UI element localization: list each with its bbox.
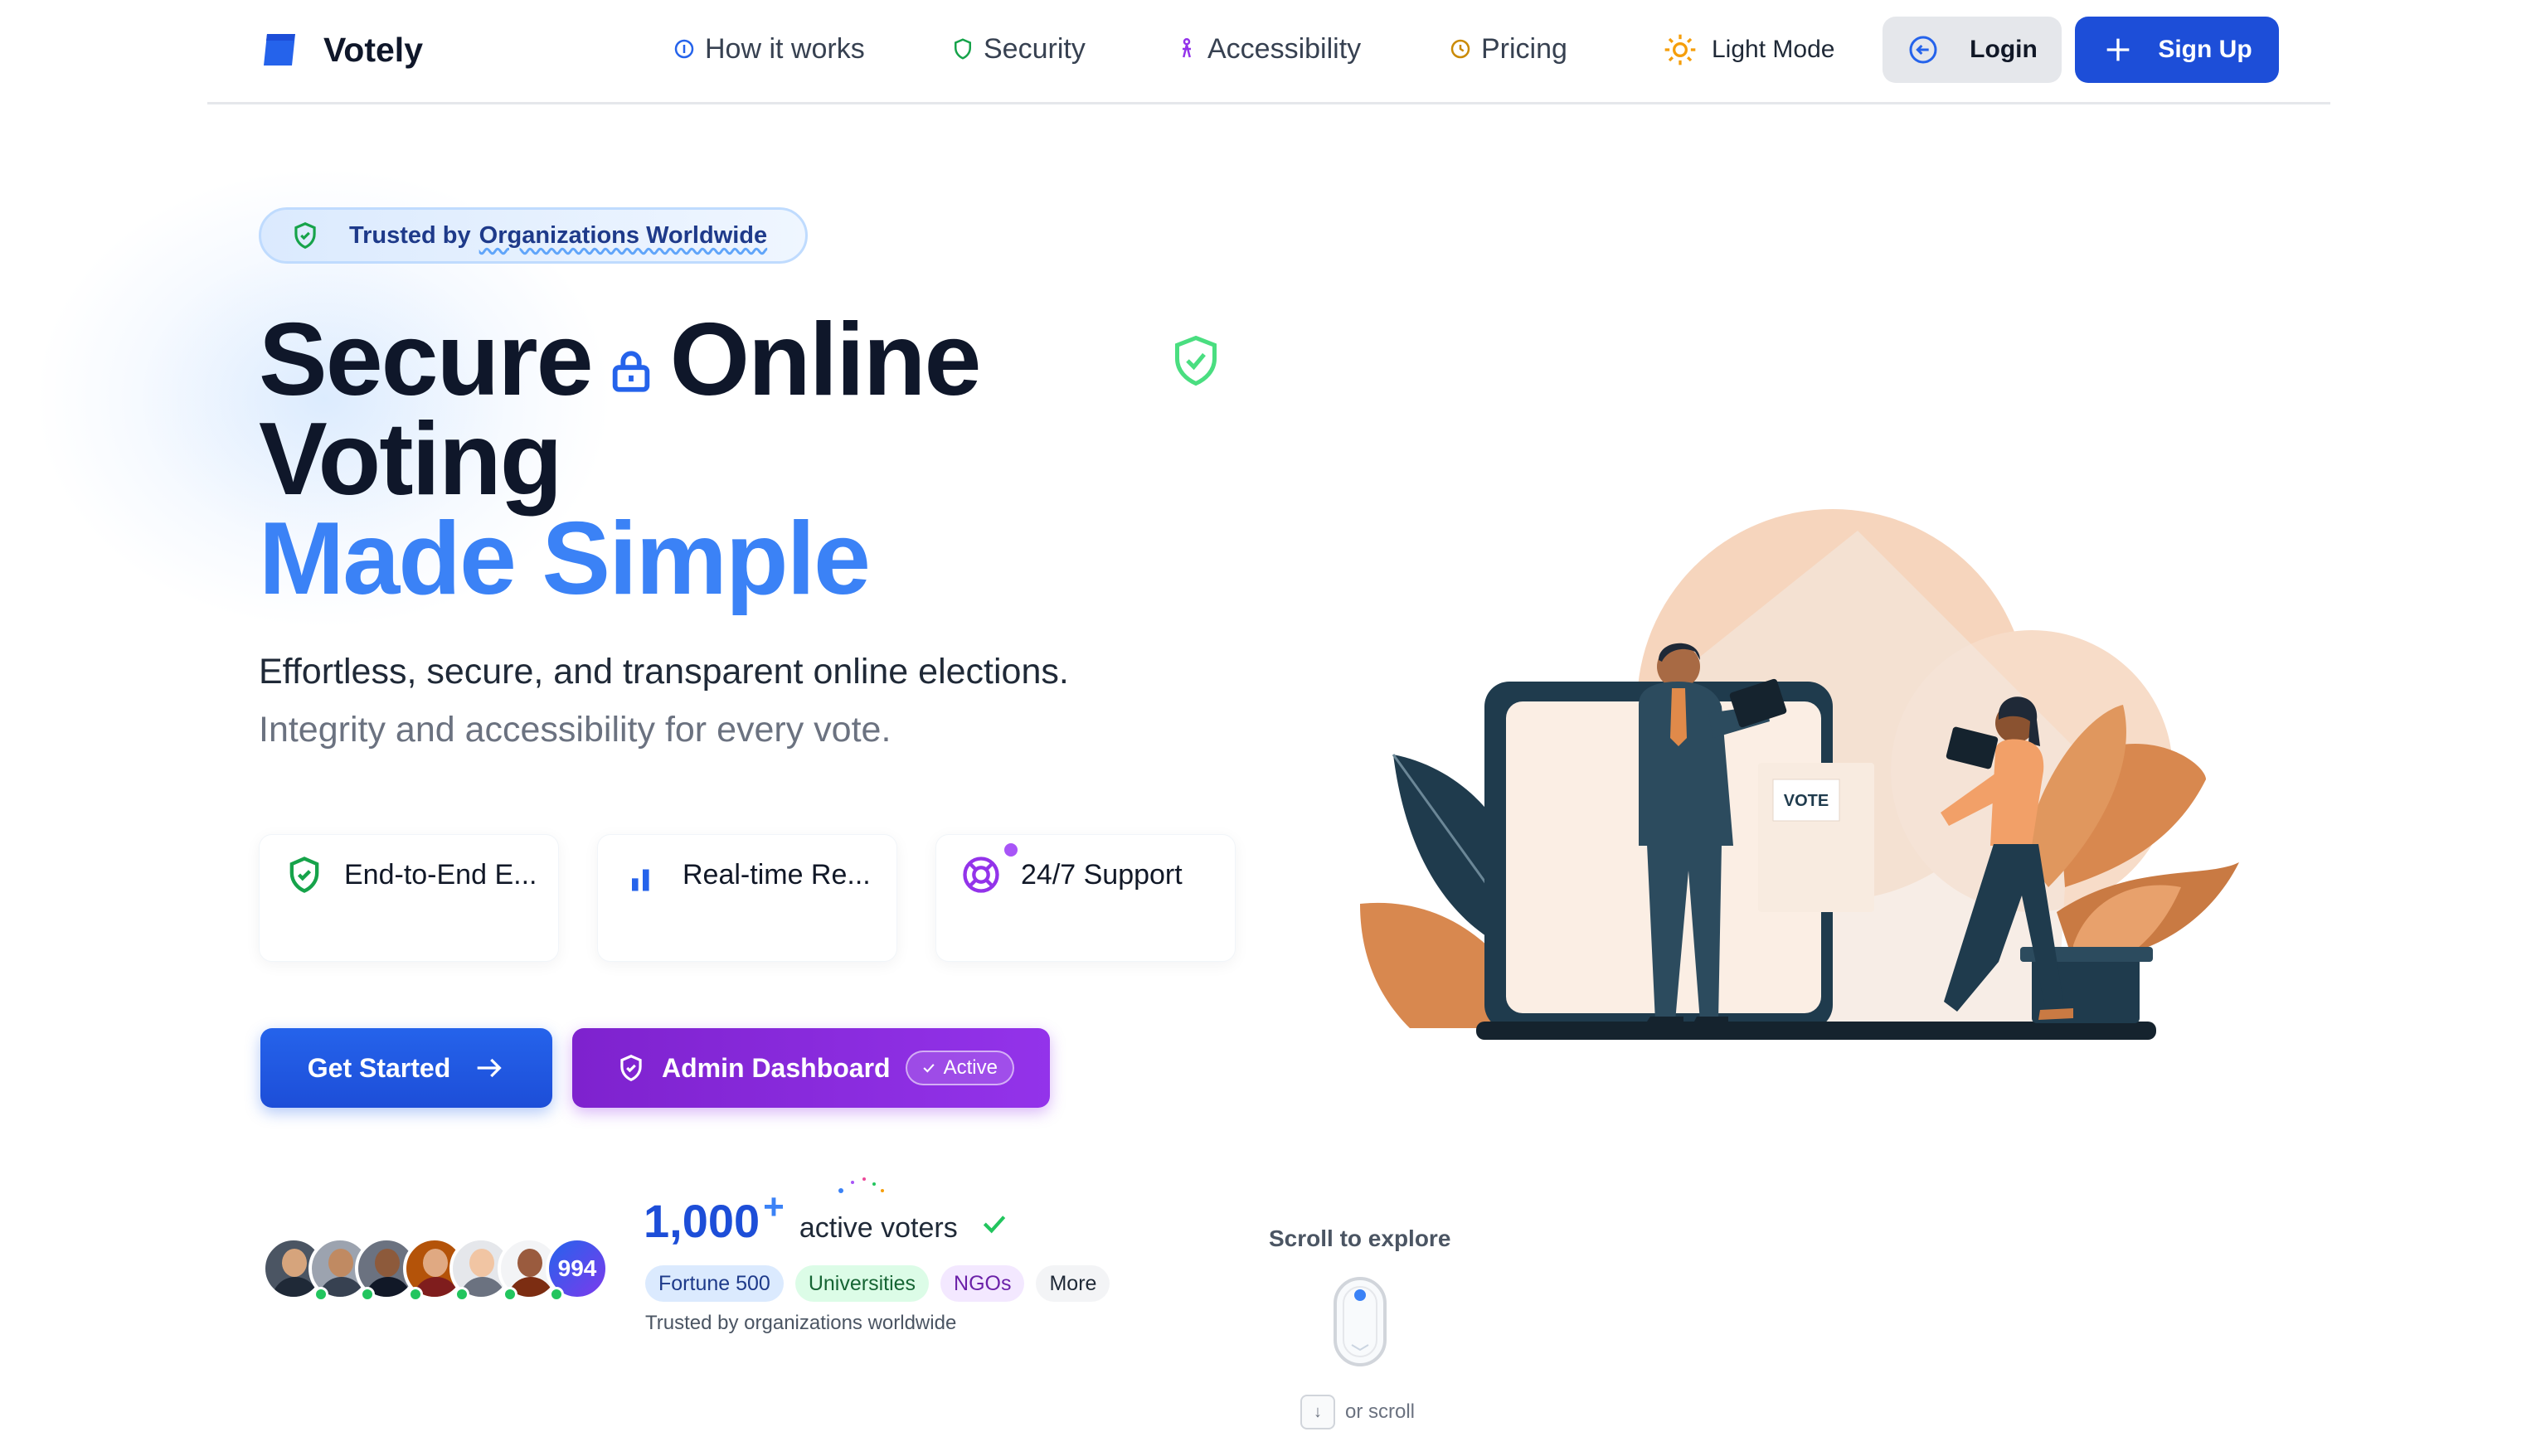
feature-card-encryption[interactable]: End-to-End E... <box>259 834 559 962</box>
landing-page: Votely How it works Security Accessibili… <box>0 0 2536 1456</box>
shield-check-icon <box>620 1055 642 1081</box>
ballot-box-text: VOTE <box>1784 792 1829 810</box>
feature-card-realtime[interactable]: Real-time Re... <box>597 834 897 962</box>
headline-secure: Secure <box>259 303 594 417</box>
signup-button[interactable]: Sign Up <box>2075 17 2279 83</box>
get-started-button[interactable]: Get Started <box>260 1028 552 1108</box>
trusted-caption: Trusted by organizations worldwide <box>645 1312 957 1334</box>
trust-badge: Trusted by Organizations Worldwide <box>259 207 808 264</box>
online-dot <box>360 1287 375 1302</box>
feature-label: End-to-End E... <box>344 858 537 891</box>
login-button[interactable]: Login <box>1883 17 2062 83</box>
get-started-label: Get Started <box>307 1052 451 1083</box>
scroll-label: Scroll to explore <box>1269 1225 1451 1251</box>
arrow-right-icon <box>477 1058 502 1078</box>
admin-dashboard-button[interactable]: Admin Dashboard Active <box>572 1028 1050 1108</box>
theme-toggle[interactable]: Light Mode <box>1662 28 1834 71</box>
theme-toggle-label: Light Mode <box>1712 36 1835 63</box>
online-dot <box>454 1287 469 1302</box>
nav-accessibility[interactable]: Accessibility <box>1174 28 1361 70</box>
signup-label: Sign Up <box>2158 36 2252 63</box>
down-arrow-key[interactable]: ↓ <box>1300 1395 1335 1429</box>
hero-subtitle-2: Integrity and accessibility for every vo… <box>259 710 891 750</box>
man-shoe <box>1644 1017 1683 1026</box>
confetti-decoration <box>838 1177 884 1193</box>
man-jacket <box>1639 682 1733 846</box>
bar-chart-icon <box>632 869 649 891</box>
top-navbar: Votely How it works Security Accessibili… <box>207 0 2330 104</box>
check-icon <box>983 1216 1005 1234</box>
voters-plus: + <box>763 1187 785 1227</box>
shield-check-icon <box>294 222 316 249</box>
headline-line-2: Voting <box>259 402 562 517</box>
nav-security-label: Security <box>984 32 1086 65</box>
chip-fortune-500[interactable]: Fortune 500 <box>645 1265 784 1302</box>
login-icon <box>1909 36 1937 64</box>
plus-icon <box>2106 38 2130 61</box>
scroll-hint: ↓ or scroll <box>1300 1395 1415 1429</box>
voting-illustration: VOTE <box>1360 509 2239 1040</box>
shield-check-icon <box>289 857 319 893</box>
voters-number: 1,000 <box>644 1195 760 1247</box>
mouse-scroll-icon[interactable] <box>1332 1275 1388 1368</box>
votely-logo-icon <box>264 34 295 66</box>
login-label: Login <box>1970 36 2038 63</box>
nav-how-it-works[interactable]: How it works <box>672 28 865 70</box>
notification-dot <box>1004 843 1018 857</box>
clock-icon <box>1450 39 1470 59</box>
woman-shoe <box>2038 1008 2073 1020</box>
org-chips: Fortune 500 Universities NGOs More <box>645 1265 1110 1302</box>
scroll-hint-label: or scroll <box>1345 1400 1416 1423</box>
accessibility-icon <box>1183 37 1191 58</box>
voters-label: active voters <box>799 1212 958 1244</box>
headline-line-1: Secure Online <box>259 303 1254 417</box>
hero-subtitle-1: Effortless, secure, and transparent onli… <box>259 652 1069 692</box>
brand-name: Votely <box>323 30 423 69</box>
headline-line-3: Made Simple <box>259 502 871 616</box>
nav-accessibility-label: Accessibility <box>1207 32 1362 65</box>
nav-pricing[interactable]: Pricing <box>1448 28 1567 70</box>
check-icon <box>923 1064 935 1073</box>
online-dot <box>549 1287 564 1302</box>
trust-badge-prefix: Trusted by <box>349 221 471 249</box>
online-dot <box>503 1287 517 1302</box>
headline-online: Online <box>669 303 982 417</box>
chip-universities[interactable]: Universities <box>794 1265 930 1302</box>
feature-label: 24/7 Support <box>1021 858 1183 891</box>
nav-how-it-works-label: How it works <box>705 32 865 65</box>
chip-more[interactable]: More <box>1036 1265 1110 1302</box>
chip-ngos[interactable]: NGOs <box>940 1265 1025 1302</box>
online-dot <box>408 1287 423 1302</box>
brand[interactable]: Votely <box>262 25 423 75</box>
nav-security[interactable]: Security <box>950 28 1086 70</box>
active-badge-label: Active <box>943 1056 998 1079</box>
lifebuoy-icon <box>963 857 999 893</box>
ground-bar <box>1476 1022 2156 1040</box>
man-shoe <box>1692 1017 1728 1026</box>
nav-pricing-label: Pricing <box>1481 32 1567 65</box>
admin-dashboard-label: Admin Dashboard <box>662 1052 891 1083</box>
online-dot <box>313 1287 328 1302</box>
man-shirt <box>1670 688 1687 746</box>
feature-card-support[interactable]: 24/7 Support <box>935 834 1236 962</box>
info-icon <box>674 39 694 59</box>
feature-label: Real-time Re... <box>683 858 871 891</box>
hero-headline: Secure Online Voting Made Simple <box>259 303 1254 616</box>
floating-shield-icon <box>1175 335 1217 386</box>
sun-icon <box>1664 34 1696 66</box>
active-voters-stat: 1,000 + active voters <box>644 1187 1011 1248</box>
active-badge: Active <box>905 1051 1014 1085</box>
shield-icon <box>955 38 971 60</box>
lock-icon <box>612 351 649 392</box>
trust-badge-highlight: Organizations Worldwide <box>479 221 768 249</box>
